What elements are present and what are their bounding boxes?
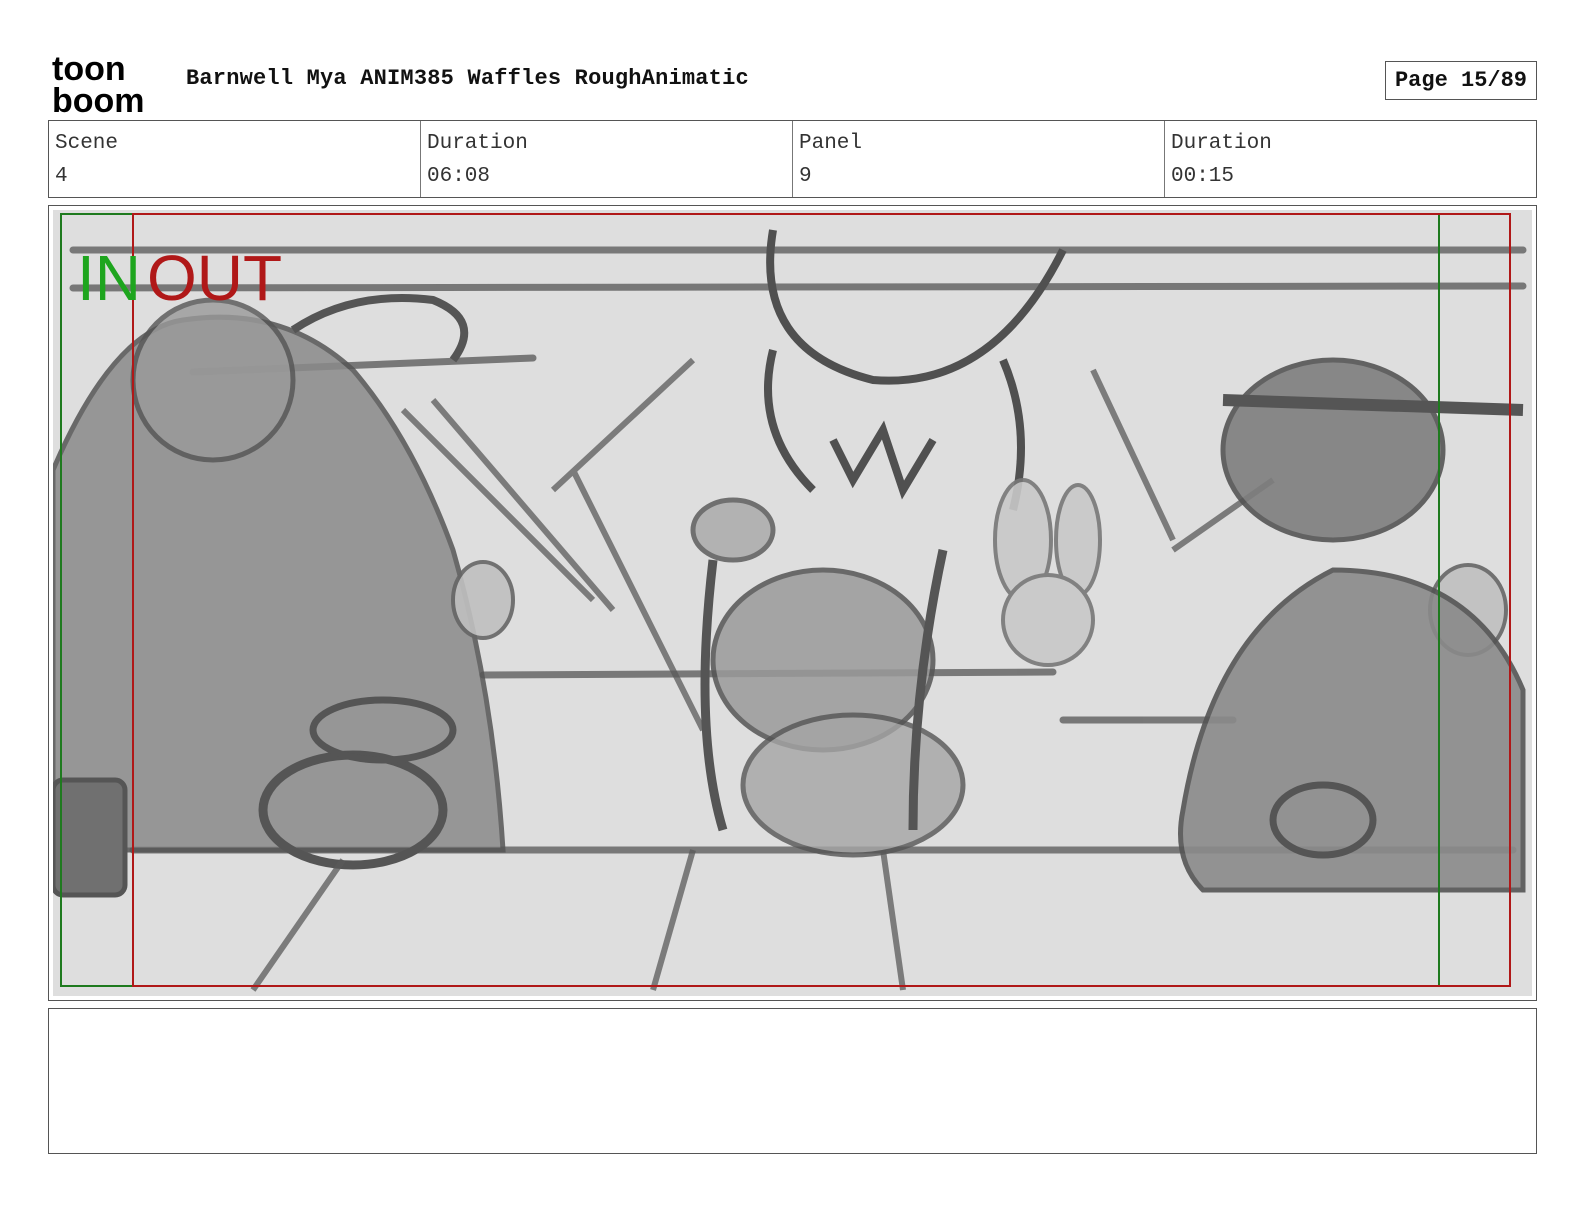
panel-duration-label: Duration	[1171, 132, 1272, 155]
scene-label: Scene	[55, 132, 119, 155]
scene-duration-label: Duration	[427, 132, 528, 155]
panel-label: Panel	[799, 132, 863, 155]
logo-line2: boom	[52, 82, 145, 114]
in-label: IN	[77, 242, 141, 314]
notes-box	[48, 1008, 1537, 1154]
scene-info-table: Scene 4 Duration 06:08 Panel 9 Duration …	[48, 120, 1537, 198]
toon-boom-logo-icon: toon boom	[52, 52, 145, 114]
scene-duration-cell: Duration 06:08	[421, 121, 793, 197]
storyboard-panel: IN OUT	[48, 205, 1537, 1001]
scene-cell: Scene 4	[49, 121, 421, 197]
sketch-character-bunny	[993, 478, 1102, 667]
storyboard-sketch: IN OUT	[53, 210, 1532, 996]
out-label: OUT	[147, 242, 282, 314]
panel-value: 9	[799, 165, 812, 188]
panel-duration-cell: Duration 00:15	[1165, 121, 1536, 197]
scene-value: 4	[55, 165, 68, 188]
panel-cell: Panel 9	[793, 121, 1165, 197]
scene-duration-value: 06:08	[427, 165, 491, 188]
panel-duration-value: 00:15	[1171, 165, 1235, 188]
document-title: Barnwell Mya ANIM385 Waffles RoughAnimat…	[186, 66, 749, 91]
page-number: Page 15/89	[1385, 61, 1537, 100]
